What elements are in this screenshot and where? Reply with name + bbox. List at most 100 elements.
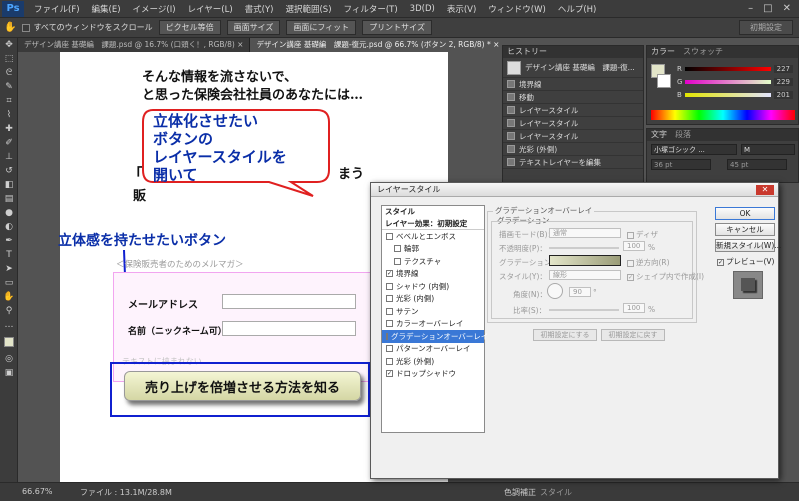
dodge-tool-icon[interactable]: ◐	[0, 220, 18, 234]
cancel-button[interactable]: キャンセル	[715, 223, 775, 236]
style-item-bevel[interactable]: ベベルとエンボス	[382, 230, 484, 243]
menu-filter[interactable]: フィルター(T)	[338, 3, 404, 15]
channel-b[interactable]: B 201	[677, 88, 793, 101]
move-tool-icon[interactable]: ✥	[0, 38, 18, 52]
zoom-tool-icon[interactable]: ⚲	[0, 304, 18, 318]
align-checkbox[interactable]: ✓ シェイプ内で作成(I)	[627, 271, 704, 282]
menu-file[interactable]: ファイル(F)	[28, 3, 86, 15]
healing-tool-icon[interactable]: ✚	[0, 122, 18, 136]
eraser-tool-icon[interactable]: ◧	[0, 178, 18, 192]
checkbox-checked-icon[interactable]: ✓	[386, 270, 393, 278]
leading-select[interactable]: 45 pt	[727, 159, 787, 170]
style-list-header[interactable]: スタイル	[382, 206, 484, 218]
reverse-checkbox[interactable]: 逆方向(R)	[627, 257, 670, 268]
history-item[interactable]: 移動	[503, 91, 643, 104]
g-value[interactable]: 229	[773, 77, 793, 86]
checkbox-checked-icon[interactable]: ✓	[627, 273, 634, 281]
g-slider[interactable]	[685, 79, 771, 84]
document-tab-2[interactable]: デザイン講座 基礎編 課題-復元.psd @ 66.7% (ボタン 2, RGB…	[250, 38, 507, 52]
history-item[interactable]: 光彩 (外側)	[503, 143, 643, 156]
menu-window[interactable]: ウィンドウ(W)	[482, 3, 552, 15]
angle-input[interactable]: 90	[569, 287, 591, 297]
b-slider[interactable]	[684, 92, 771, 97]
history-item[interactable]: レイヤースタイル	[503, 130, 643, 143]
checkbox-icon[interactable]	[386, 282, 393, 290]
scroll-all-checkbox[interactable]: すべてのウィンドウをスクロール	[22, 22, 153, 33]
menu-help[interactable]: ヘルプ(H)	[552, 3, 603, 15]
tab-adjustments[interactable]: 色調補正	[504, 487, 536, 498]
quick-mask-icon[interactable]: ◎	[0, 352, 18, 366]
scale-slider[interactable]	[549, 309, 619, 311]
checkbox-icon[interactable]	[386, 232, 393, 240]
tab-character[interactable]: 文字	[651, 129, 667, 141]
checkbox-checked-icon[interactable]: ✓	[386, 370, 393, 378]
checkbox-icon[interactable]	[386, 295, 393, 303]
type-tool-icon[interactable]: T	[0, 248, 18, 262]
blend-mode-select[interactable]: 通常	[549, 228, 621, 238]
style-item-pattern-overlay[interactable]: パターンオーバーレイ	[382, 343, 484, 356]
opacity-input[interactable]: 100	[623, 241, 645, 251]
angle-dial[interactable]	[547, 283, 563, 299]
background-color-swatch[interactable]	[657, 74, 671, 88]
menu-edit[interactable]: 編集(E)	[86, 3, 127, 15]
history-item[interactable]: レイヤースタイル	[503, 117, 643, 130]
path-select-tool-icon[interactable]: ➤	[0, 262, 18, 276]
email-input[interactable]	[222, 294, 356, 309]
menu-view[interactable]: 表示(V)	[441, 3, 482, 15]
opacity-slider[interactable]	[549, 247, 619, 249]
style-item-drop-shadow[interactable]: ✓ ドロップシャドウ	[382, 368, 484, 381]
cta-button[interactable]: 売り上げを倍増させる方法を知る	[124, 371, 361, 401]
menu-type[interactable]: 書式(Y)	[239, 3, 280, 15]
dialog-close-button[interactable]: ✕	[756, 185, 774, 195]
font-family-select[interactable]: 小塚ゴシック ...	[651, 144, 737, 155]
preview-checkbox[interactable]: ✓ プレビュー(V)	[717, 256, 774, 267]
gradient-picker[interactable]	[549, 255, 621, 266]
checkbox-icon[interactable]	[386, 357, 393, 365]
reset-default-button[interactable]: 初期設定に戻す	[601, 329, 665, 341]
menu-image[interactable]: イメージ(I)	[127, 3, 182, 15]
eyedropper-tool-icon[interactable]: ⌇	[0, 108, 18, 122]
style-item-stroke[interactable]: ✓ 境界線	[382, 268, 484, 281]
style-item-contour[interactable]: 輪郭	[382, 243, 484, 256]
checkbox-icon[interactable]	[627, 231, 634, 239]
fit-screen-button[interactable]: 画面サイズ	[226, 20, 281, 35]
style-item-texture[interactable]: テクスチャ	[382, 255, 484, 268]
history-brush-icon[interactable]: ↺	[0, 164, 18, 178]
style-item-outer-glow[interactable]: 光彩 (外側)	[382, 355, 484, 368]
r-slider[interactable]	[684, 66, 771, 71]
tab-paragraph[interactable]: 段落	[675, 129, 691, 141]
close-window-button[interactable]: ✕	[783, 3, 791, 14]
marquee-tool-icon[interactable]: ⬚	[0, 52, 18, 66]
menu-layer[interactable]: レイヤー(L)	[182, 3, 239, 15]
style-item-color-overlay[interactable]: カラーオーバーレイ	[382, 318, 484, 331]
ok-button[interactable]: OK	[715, 207, 775, 220]
tab-color[interactable]: カラー	[651, 46, 675, 58]
brush-tool-icon[interactable]: ✐	[0, 136, 18, 150]
b-value[interactable]: 201	[773, 90, 793, 99]
style-item-satin[interactable]: サテン	[382, 305, 484, 318]
menu-3d[interactable]: 3D(D)	[404, 4, 441, 14]
history-snapshot[interactable]: デザイン講座 基礎編 課題-復...	[503, 58, 643, 78]
checkbox-icon[interactable]	[386, 320, 393, 328]
style-list-default[interactable]: レイヤー効果：初期設定	[382, 218, 484, 230]
checkbox-checked-icon[interactable]: ✓	[717, 258, 724, 266]
pen-tool-icon[interactable]: ✒	[0, 234, 18, 248]
channel-g[interactable]: G 229	[677, 75, 793, 88]
minimize-button[interactable]: –	[748, 3, 753, 14]
checkbox-icon[interactable]	[386, 332, 388, 340]
checkbox-icon[interactable]	[386, 345, 393, 353]
history-item[interactable]: 境界線	[503, 78, 643, 91]
quick-select-tool-icon[interactable]: ✎	[0, 80, 18, 94]
color-spectrum[interactable]	[651, 110, 795, 120]
font-size-select[interactable]: 36 pt	[651, 159, 711, 170]
dither-checkbox[interactable]: ディザ	[627, 229, 658, 240]
zoom-readout[interactable]: 66.67%	[22, 487, 53, 496]
crop-tool-icon[interactable]: ⌗	[0, 94, 18, 108]
checkbox-icon[interactable]	[386, 307, 393, 315]
document-tab-1[interactable]: デザイン講座 基礎編 課題.psd @ 16.7% (口頭く！, RGB/8) …	[18, 38, 251, 52]
lasso-tool-icon[interactable]: ᘓ	[0, 66, 18, 80]
style-item-gradient-overlay[interactable]: グラデーションオーバーレイ	[382, 330, 488, 343]
history-item[interactable]: レイヤースタイル	[503, 104, 643, 117]
font-style-select[interactable]: M	[741, 144, 795, 155]
tab-styles[interactable]: スタイル	[540, 487, 572, 498]
